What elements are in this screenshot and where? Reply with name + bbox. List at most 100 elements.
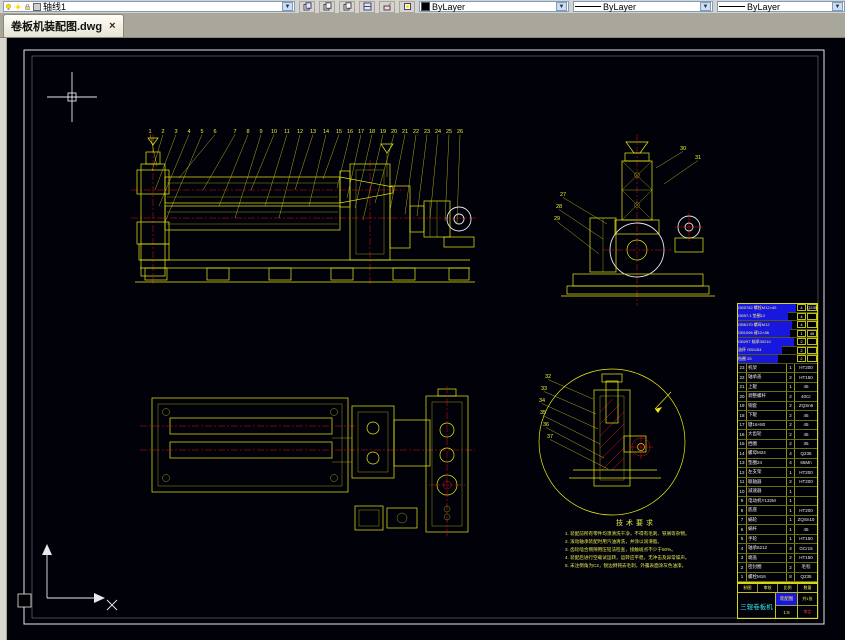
bom-highlighted-row[interactable]: GB6170 螺母M12 4 <box>738 320 817 330</box>
layer-properties-button[interactable] <box>299 0 315 13</box>
bom-highlighted-text[interactable]: GB5782 螺栓M12×40 <box>738 303 796 312</box>
bom-row[interactable]: 12 左支架 1 HT200 <box>738 468 817 478</box>
title-block-label: 数量 <box>803 585 812 590</box>
chevron-down-icon[interactable]: ▼ <box>282 2 293 11</box>
linetype-sample-icon <box>575 6 601 7</box>
leader-line <box>178 134 216 179</box>
bom-highlighted-text[interactable]: GB297 轴承30210 <box>738 337 794 346</box>
leader-line <box>202 134 236 191</box>
lineweight-dropdown[interactable]: ByLayer ▼ <box>717 1 845 12</box>
part-callout-number: 13 <box>310 129 316 135</box>
chevron-down-icon[interactable]: ▼ <box>700 2 711 11</box>
leader-line <box>543 391 597 415</box>
bom-cell-mat: HT200 <box>799 479 813 485</box>
bom-highlighted-text[interactable]: GB1096 键12×56 <box>738 329 790 338</box>
layer-freeze-sun-icon[interactable] <box>14 2 22 11</box>
bom-cell-mat: 45 <box>803 526 809 532</box>
layer-previous-button[interactable] <box>339 0 355 13</box>
leader-line <box>541 403 599 430</box>
bom-row[interactable]: 18 下辊 2 45 <box>738 411 817 421</box>
document-tab[interactable]: 卷板机装配图.dwg × <box>3 14 124 37</box>
layer-color-swatch[interactable] <box>33 2 41 11</box>
model-space-canvas[interactable]: 1 2 3 4 5 6 7 8 9 10 11 12 13 14 15 16 17 18 19 20 21 22 23 24 2… <box>7 38 845 640</box>
bom-highlighted-row[interactable]: GB1096 键12×56 1 45 <box>738 329 817 338</box>
bom-row[interactable]: 22 轴承盖 2 HT150 <box>738 373 817 383</box>
bom-highlighted-row[interactable]: GB5782 螺栓M12×40 4 Q235 <box>738 303 817 313</box>
color-dropdown[interactable]: ByLayer ▼ <box>419 1 569 12</box>
bom-material-cell: 45 <box>807 329 817 337</box>
bom-row[interactable]: 19 铜套 2 ZQSn6 <box>738 401 817 411</box>
bom-highlighted-text[interactable]: GB6170 螺母M12 <box>738 320 792 329</box>
bom-row[interactable]: 4 轴承6212 4 GCr15 <box>738 544 817 554</box>
current-linetype-value: ByLayer <box>603 1 637 12</box>
close-icon[interactable]: × <box>109 20 115 32</box>
part-callout-number: 4 <box>187 129 190 135</box>
bom-highlighted-text[interactable]: 毡圈 25 <box>738 354 778 363</box>
bom-row[interactable]: 17 键16×80 2 45 <box>738 420 817 430</box>
bom-highlighted-text[interactable]: 油杯 GB1154 <box>738 346 782 355</box>
bom-highlighted-row[interactable]: 油杯 GB1154 2 <box>738 346 817 355</box>
bom-cell-qty: 2 <box>787 392 795 401</box>
bom-row[interactable]: 8 底座 1 HT200 <box>738 506 817 516</box>
leader-line <box>374 134 395 204</box>
match-properties-button[interactable] <box>379 0 395 13</box>
bom-row[interactable]: 11 联轴器 2 HT200 <box>738 477 817 487</box>
chevron-down-icon[interactable]: ▼ <box>832 2 843 11</box>
bom-row[interactable]: 13 垫圈24 4 65Mn <box>738 458 817 468</box>
bom-material-cell <box>807 321 817 329</box>
bom-highlighted-row[interactable]: GB297 轴承30210 2 <box>738 337 817 347</box>
bom-cell-mat <box>795 487 817 496</box>
part-callout-number: 12 <box>297 129 303 135</box>
layer-states-button[interactable] <box>359 0 375 13</box>
drawing-area[interactable]: 1 2 3 4 5 6 7 8 9 10 11 12 13 14 15 16 17 18 19 20 21 22 23 24 2… <box>7 38 845 640</box>
layer-isolate-button[interactable] <box>399 0 415 13</box>
drawing-sheet-count: 共1张 <box>798 593 817 606</box>
bom-row[interactable]: 9 电动机Y132M 1 <box>738 496 817 506</box>
bom-cell-seq: 19 <box>738 401 747 410</box>
bom-row[interactable]: 14 螺母M24 4 Q235 <box>738 449 817 459</box>
layer-dropdown[interactable]: 轴线1 ▼ <box>3 1 295 12</box>
leader-line <box>308 134 327 207</box>
bom-cell-seq: 17 <box>738 420 747 429</box>
bom-cell-mat: HT150 <box>799 536 813 542</box>
make-layer-current-button[interactable] <box>319 0 335 13</box>
bom-row[interactable]: 16 大齿轮 2 45 <box>738 430 817 440</box>
bom-cell-qty: 8 <box>787 572 795 581</box>
bom-row[interactable]: 1 螺栓M16 8 Q235 <box>738 572 817 582</box>
bom-cell-name: 减速器 <box>747 487 787 496</box>
layer-on-bulb-icon[interactable] <box>5 3 12 11</box>
bom-table: GB5782 螺栓M12×40 4 Q235 GB97.1 垫圈12 4 GB6170 螺… <box>737 303 818 583</box>
bom-cell-qty: 4 <box>787 449 795 458</box>
part-callout-number: 9 <box>259 129 262 135</box>
chevron-down-icon[interactable]: ▼ <box>556 2 567 11</box>
bom-material-cell: Q235 <box>807 304 817 312</box>
tech-requirement-line: 4. 装配后进行空载试运转，运转应平稳，无冲击及异常噪声。 <box>565 555 690 560</box>
bom-row[interactable]: 15 挡圈 2 35 <box>738 439 817 449</box>
bom-row[interactable]: 5 手轮 1 HT150 <box>738 534 817 544</box>
left-dock-strip[interactable] <box>0 38 7 640</box>
bom-row[interactable]: 6 蜗杆 1 45 <box>738 525 817 535</box>
bom-row[interactable]: 20 调整螺杆 2 40Cr <box>738 392 817 402</box>
bom-cell-name: 下辊 <box>747 411 787 420</box>
drawing-scale: 1:5 <box>783 609 790 615</box>
part-callout-number: 25 <box>446 129 452 135</box>
tech-requirements-title: 技术要求 <box>616 520 656 527</box>
part-callout-number: 5 <box>200 129 203 135</box>
top-view-drawing <box>140 386 475 538</box>
bom-cell-seq: 11 <box>738 477 747 486</box>
bom-highlighted-row[interactable]: GB97.1 垫圈12 4 <box>738 312 817 321</box>
bom-row[interactable]: 21 上辊 1 45 <box>738 382 817 392</box>
bom-cell-seq: 4 <box>738 544 747 553</box>
drawing-doc-type[interactable]: 装配图 <box>776 593 797 606</box>
bom-highlighted-row[interactable]: 毡圈 25 2 <box>738 354 817 364</box>
bom-row[interactable]: 23 机架 1 HT200 <box>738 363 817 373</box>
bom-row[interactable]: 10 减速器 1 <box>738 487 817 497</box>
bom-cell-seq: 5 <box>738 534 747 543</box>
bom-row[interactable]: 2 密封圈 2 毛毡 <box>738 563 817 573</box>
bom-row[interactable]: 7 蜗轮 1 ZQSn10 <box>738 515 817 525</box>
bom-row[interactable]: 3 端盖 2 HT150 <box>738 553 817 563</box>
leader-line <box>278 134 301 219</box>
bom-highlighted-text[interactable]: GB97.1 垫圈12 <box>738 312 788 321</box>
linetype-dropdown[interactable]: ByLayer ▼ <box>573 1 713 12</box>
layer-lock-icon[interactable] <box>24 3 31 11</box>
